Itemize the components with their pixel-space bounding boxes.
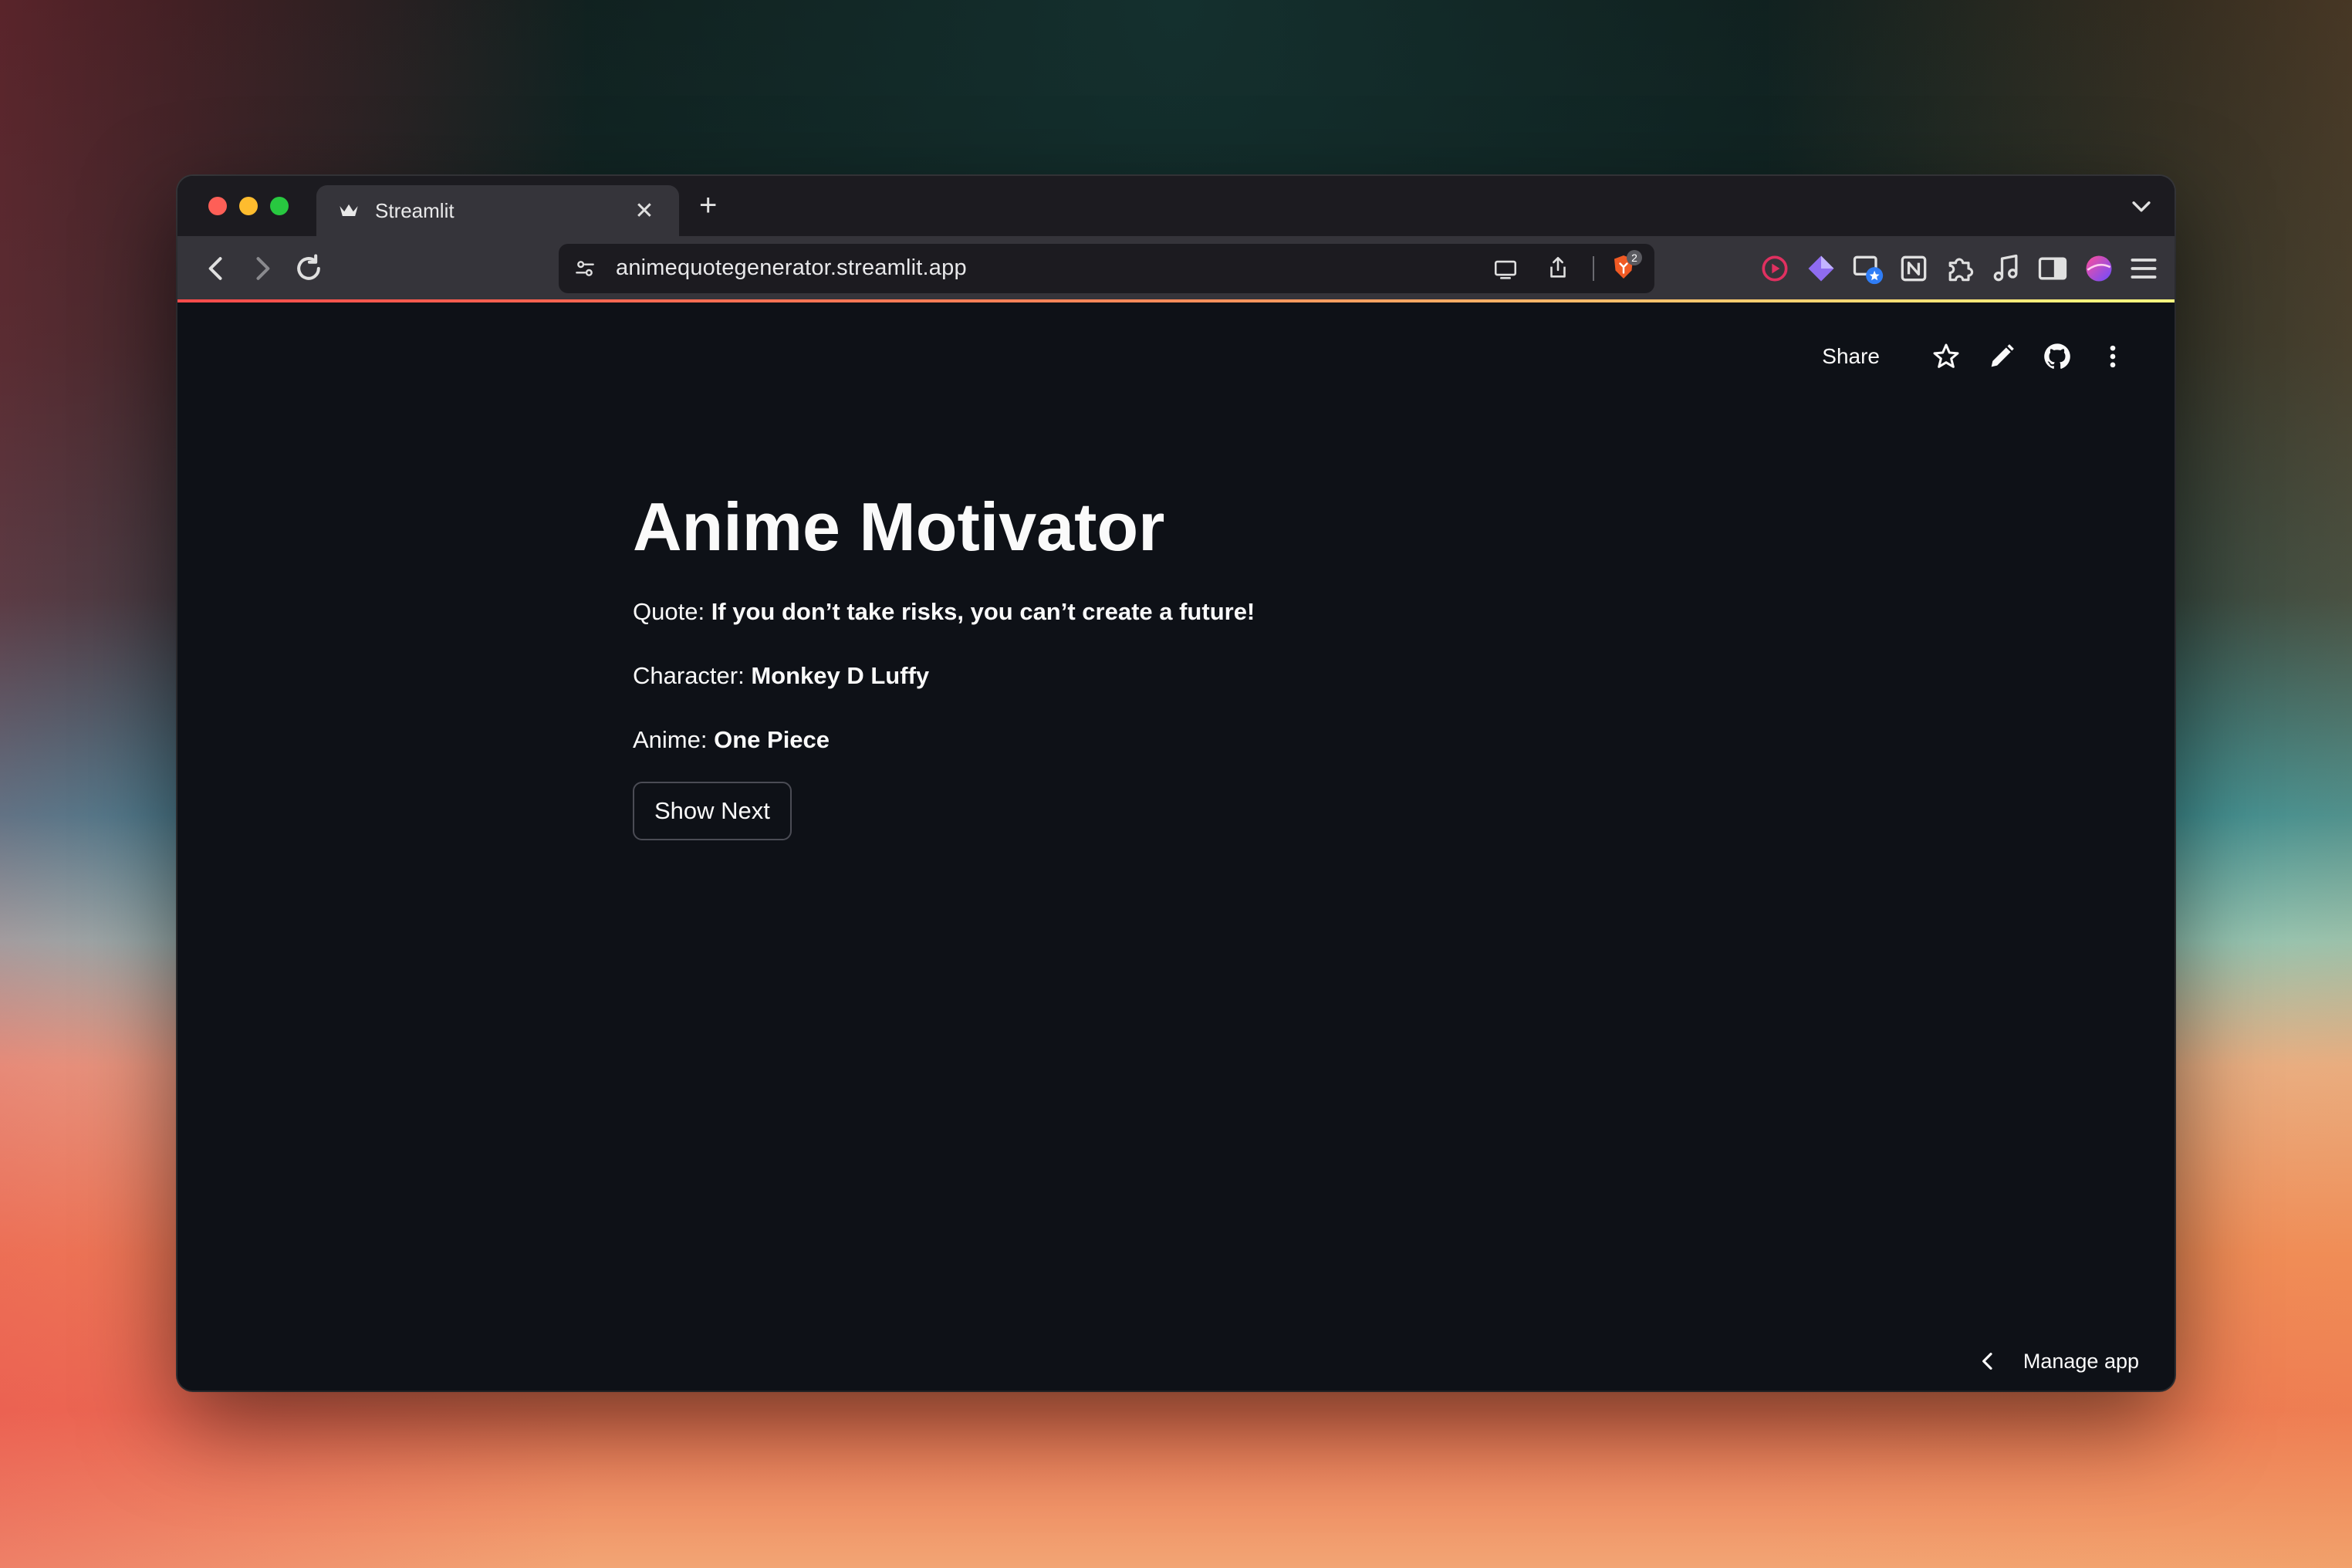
quote-text: If you don’t take risks, you can’t creat… bbox=[711, 598, 1255, 625]
url-text[interactable]: animequotegenerator.streamlit.app bbox=[616, 255, 967, 281]
brave-shields-icon[interactable]: 2 bbox=[1610, 250, 1642, 284]
chevron-down-icon[interactable] bbox=[2128, 193, 2154, 219]
zoom-window-button[interactable] bbox=[270, 197, 289, 215]
plus-icon[interactable]: + bbox=[699, 190, 717, 221]
more-vertical-icon[interactable] bbox=[2097, 341, 2128, 372]
minimize-window-button[interactable] bbox=[239, 197, 258, 215]
share-button[interactable]: Share bbox=[1822, 344, 1880, 369]
close-icon[interactable]: ✕ bbox=[631, 198, 657, 225]
address-divider bbox=[1593, 256, 1594, 281]
quote-label: Quote: bbox=[633, 598, 711, 625]
extension-red-play-icon[interactable] bbox=[1758, 252, 1792, 286]
menu-icon[interactable] bbox=[2127, 252, 2161, 286]
character-label: Character: bbox=[633, 662, 752, 689]
tab-title: Streamlit bbox=[375, 198, 455, 222]
anime-line: Anime: One Piece bbox=[633, 724, 1713, 756]
anime-name: One Piece bbox=[714, 726, 830, 753]
back-icon[interactable] bbox=[199, 252, 233, 286]
pencil-icon[interactable] bbox=[1986, 341, 2017, 372]
streamlit-crown-icon bbox=[340, 204, 358, 216]
extension-diamond-icon[interactable] bbox=[1804, 252, 1838, 286]
share-page-icon[interactable] bbox=[1545, 255, 1571, 281]
cast-icon[interactable] bbox=[1492, 256, 1519, 282]
forward-icon[interactable] bbox=[245, 252, 279, 286]
sidebar-icon[interactable] bbox=[2036, 252, 2070, 286]
manage-app-button[interactable]: Manage app bbox=[1975, 1349, 2139, 1374]
tab-bar: Streamlit ✕ + bbox=[177, 176, 2175, 236]
quote-line: Quote: If you don’t take risks, you can’… bbox=[633, 596, 1713, 628]
main-block: Anime Motivator Quote: If you don’t take… bbox=[633, 485, 1713, 840]
app-header-actions: Share bbox=[1822, 341, 2128, 372]
site-settings-icon[interactable] bbox=[573, 256, 597, 281]
profile-icon[interactable] bbox=[2082, 252, 2116, 286]
browser-window: Streamlit ✕ + animequotegenerator.stream… bbox=[177, 176, 2175, 1391]
tab-streamlit[interactable]: Streamlit ✕ bbox=[316, 185, 679, 236]
page-title: Anime Motivator bbox=[633, 488, 1165, 565]
chevron-left-icon bbox=[1982, 1353, 1992, 1370]
app-content: Share Anime Motivator Quote: If you don’… bbox=[177, 302, 2175, 1391]
close-window-button[interactable] bbox=[208, 197, 227, 215]
browser-toolbar: animequotegenerator.streamlit.app 2 bbox=[177, 236, 2175, 301]
extension-window-star-icon[interactable] bbox=[1850, 252, 1884, 286]
shields-badge: 2 bbox=[1627, 250, 1642, 265]
address-bar[interactable]: animequotegenerator.streamlit.app 2 bbox=[559, 244, 1654, 293]
character-line: Character: Monkey D Luffy bbox=[633, 660, 1713, 692]
anime-label: Anime: bbox=[633, 726, 715, 753]
show-next-button[interactable]: Show Next bbox=[633, 782, 792, 840]
manage-app-label: Manage app bbox=[2023, 1349, 2139, 1373]
star-icon[interactable] bbox=[1931, 341, 1962, 372]
character-name: Monkey D Luffy bbox=[751, 662, 930, 689]
reload-icon[interactable] bbox=[292, 252, 326, 286]
github-icon[interactable] bbox=[2042, 341, 2073, 372]
music-note-icon[interactable] bbox=[1989, 252, 2023, 286]
notion-icon[interactable] bbox=[1897, 252, 1931, 286]
puzzle-icon[interactable] bbox=[1943, 252, 1977, 286]
